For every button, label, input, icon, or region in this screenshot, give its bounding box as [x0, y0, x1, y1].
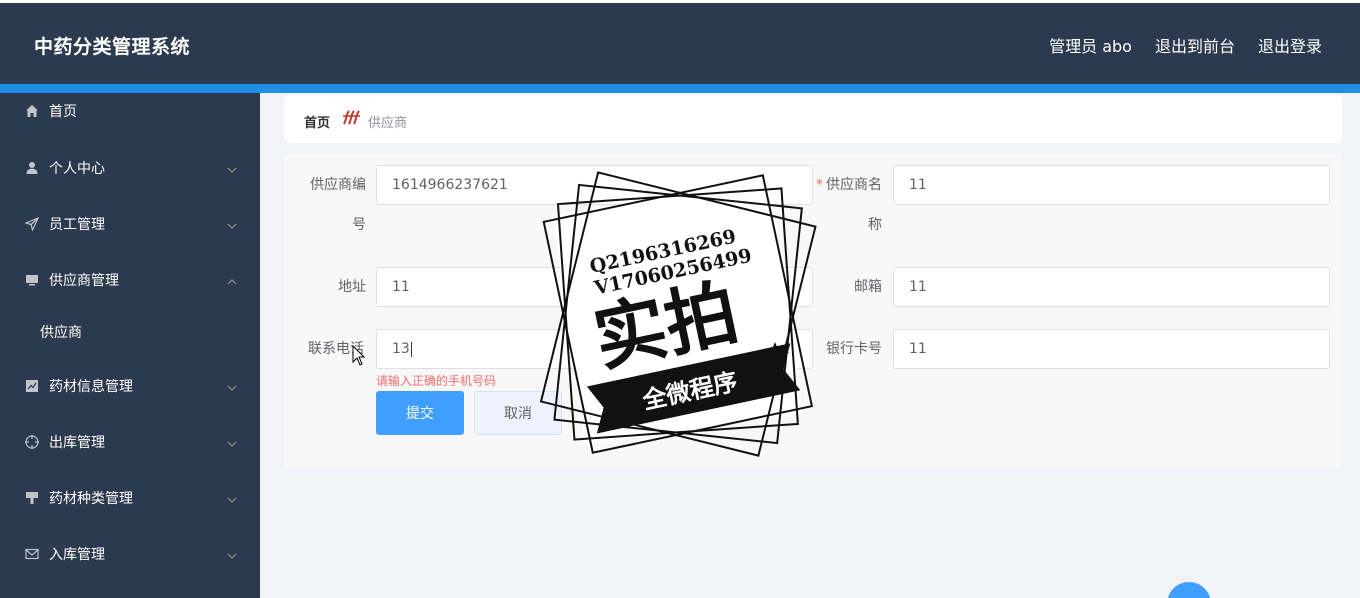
mail-icon — [24, 546, 40, 562]
top-edge — [0, 0, 1360, 3]
breadcrumb-home[interactable]: 首页 — [304, 112, 330, 131]
sidebar-item-label: 供应商 — [40, 325, 82, 341]
supplier-name-input[interactable]: 11 — [893, 165, 1330, 205]
sidebar: 首页 个人中心 员工管理 供应商管理 供应商 药材信息管理 出库管理 药材种类管… — [0, 93, 260, 598]
sidebar-item-label: 供应商管理 — [49, 273, 119, 289]
admin-user-label[interactable]: 管理员 abo — [1049, 33, 1132, 57]
chevron-down-icon — [226, 491, 240, 505]
monitor-icon — [24, 272, 40, 288]
sidebar-item-staff[interactable]: 员工管理 — [0, 204, 260, 244]
chevron-down-icon — [226, 379, 240, 393]
sidebar-item-home[interactable]: 首页 — [0, 91, 260, 131]
sidebar-item-inbound[interactable]: 入库管理 — [0, 534, 260, 574]
sidebar-item-label: 药材种类管理 — [49, 491, 133, 507]
chevron-down-icon — [226, 217, 240, 231]
target-icon — [24, 434, 40, 450]
sidebar-item-label: 员工管理 — [49, 217, 105, 233]
text-caret — [410, 341, 412, 357]
sidebar-item-label: 首页 — [49, 104, 77, 120]
chevron-down-icon — [226, 161, 240, 175]
breadcrumb-current: 供应商 — [368, 116, 408, 131]
address-label: 地址 — [338, 279, 366, 295]
sidebar-item-label: 药材信息管理 — [49, 379, 133, 395]
supplier-no-label: 供应商编 号 — [310, 177, 366, 233]
logout-link[interactable]: 退出登录 — [1258, 33, 1322, 57]
chart-icon — [24, 378, 40, 394]
sidebar-item-supplier[interactable]: 供应商 — [0, 312, 260, 352]
home-icon — [24, 103, 40, 119]
sidebar-item-herb-info[interactable]: 药材信息管理 — [0, 366, 260, 406]
sidebar-item-label: 个人中心 — [49, 161, 105, 177]
app-title: 中药分类管理系统 — [34, 36, 191, 58]
sidebar-item-personal-center[interactable]: 个人中心 — [0, 148, 260, 188]
header-nav: 管理员 abo 退出到前台 退出登录 — [1049, 33, 1322, 57]
back-to-frontend-link[interactable]: 退出到前台 — [1155, 33, 1235, 57]
submit-button[interactable]: 提交 — [376, 391, 464, 435]
chevron-down-icon — [226, 435, 240, 449]
sidebar-item-supplier-mgmt[interactable]: 供应商管理 — [0, 260, 260, 300]
watermark-stamp: Q2196316269 V17060256499 实拍 全微程序 — [528, 170, 828, 460]
sidebar-item-label: 入库管理 — [49, 547, 105, 563]
chevron-down-icon — [226, 547, 240, 561]
phone-error-message: 请输入正确的手机号码 — [376, 374, 497, 388]
chevron-up-icon — [226, 273, 240, 287]
sidebar-item-label: 出库管理 — [49, 435, 105, 451]
email-input[interactable]: 11 — [893, 267, 1330, 307]
brush-icon — [24, 490, 40, 506]
mouse-cursor-icon — [352, 344, 366, 367]
top-header: 中药分类管理系统 管理员 abo 退出到前台 退出登录 — [0, 0, 1360, 84]
send-icon — [24, 216, 40, 232]
bank-card-input[interactable]: 11 — [893, 329, 1330, 369]
breadcrumb-separator-icon — [341, 108, 361, 128]
user-icon — [24, 160, 40, 176]
sidebar-item-outbound[interactable]: 出库管理 — [0, 422, 260, 462]
breadcrumb: 首页 供应商 — [284, 95, 1342, 143]
sidebar-item-herb-category[interactable]: 药材种类管理 — [0, 478, 260, 518]
